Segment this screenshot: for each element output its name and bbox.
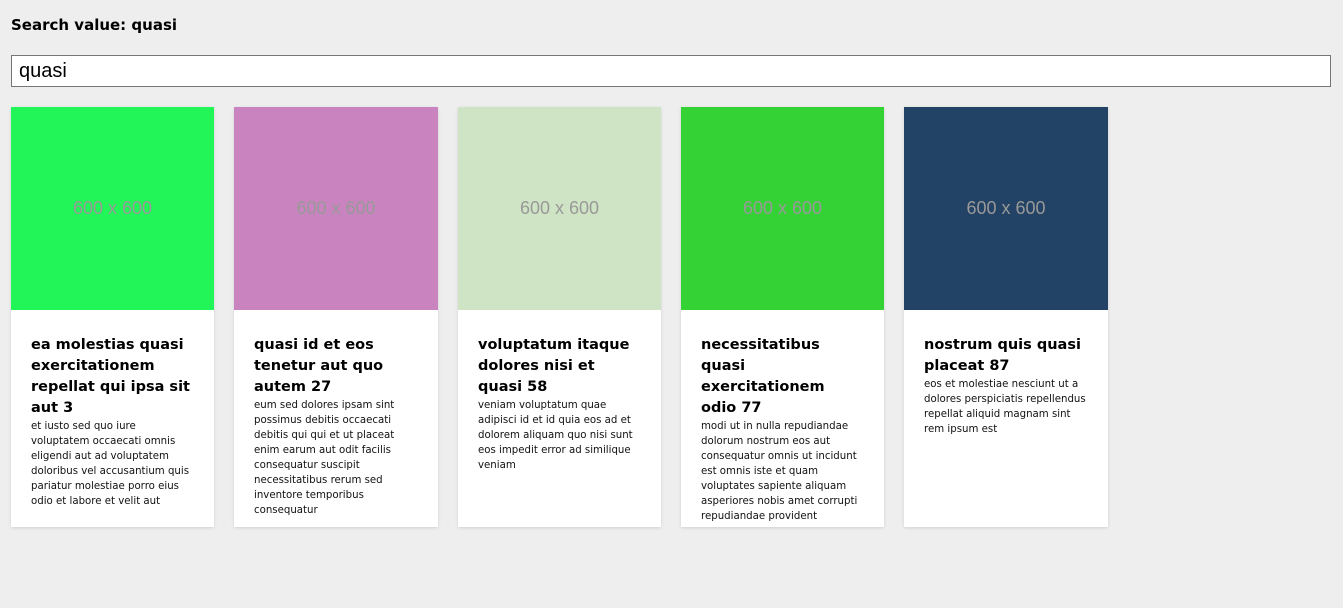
results-grid: 600 x 600 ea molestias quasi exercitatio… bbox=[11, 107, 1108, 527]
result-card[interactable]: 600 x 600 necessitatibus quasi exercitat… bbox=[681, 107, 884, 527]
card-image: 600 x 600 bbox=[904, 107, 1108, 310]
card-body: voluptatum itaque dolores nisi et quasi … bbox=[458, 310, 661, 483]
image-placeholder-label: 600 x 600 bbox=[966, 198, 1046, 218]
card-title: necessitatibus quasi exercitationem odio… bbox=[701, 337, 825, 416]
search-value-label: Search value: quasi bbox=[11, 16, 178, 34]
card-body: ea molestias quasi exercitationem repell… bbox=[11, 310, 214, 519]
card-title: ea molestias quasi exercitationem repell… bbox=[31, 337, 190, 416]
result-card[interactable]: 600 x 600 quasi id et eos tenetur aut qu… bbox=[234, 107, 438, 527]
card-title: voluptatum itaque dolores nisi et quasi … bbox=[478, 337, 630, 395]
card-body: quasi id et eos tenetur aut quo autem 27… bbox=[234, 310, 438, 527]
card-title: quasi id et eos tenetur aut quo autem 27 bbox=[254, 337, 384, 395]
search-input[interactable] bbox=[11, 55, 1331, 87]
result-card[interactable]: 600 x 600 voluptatum itaque dolores nisi… bbox=[458, 107, 661, 527]
card-text: modi ut in nulla repudiandae dolorum nos… bbox=[701, 421, 858, 522]
card-text: veniam voluptatum quae adipisci id et id… bbox=[478, 400, 633, 471]
card-text: et iusto sed quo iure voluptatem occaeca… bbox=[31, 421, 190, 507]
card-text: eum sed dolores ipsam sint possimus debi… bbox=[254, 400, 395, 516]
card-image: 600 x 600 bbox=[458, 107, 661, 310]
card-image: 600 x 600 bbox=[11, 107, 214, 310]
result-card[interactable]: 600 x 600 ea molestias quasi exercitatio… bbox=[11, 107, 214, 527]
image-placeholder-label: 600 x 600 bbox=[519, 198, 600, 218]
image-placeholder-label: 600 x 600 bbox=[72, 198, 153, 218]
page: Search value: quasi 600 x 600 ea molesti… bbox=[0, 0, 1343, 608]
card-image: 600 x 600 bbox=[234, 107, 438, 310]
card-title: nostrum quis quasi placeat 87 bbox=[924, 337, 1081, 374]
card-body: necessitatibus quasi exercitationem odio… bbox=[681, 310, 884, 527]
card-image: 600 x 600 bbox=[681, 107, 884, 310]
result-card[interactable]: 600 x 600 nostrum quis quasi placeat 87 … bbox=[904, 107, 1108, 527]
image-placeholder-label: 600 x 600 bbox=[742, 198, 823, 218]
card-text: eos et molestiae nesciunt ut a dolores p… bbox=[924, 379, 1086, 435]
image-placeholder-label: 600 x 600 bbox=[296, 198, 376, 218]
card-body: nostrum quis quasi placeat 87 eos et mol… bbox=[904, 310, 1108, 447]
